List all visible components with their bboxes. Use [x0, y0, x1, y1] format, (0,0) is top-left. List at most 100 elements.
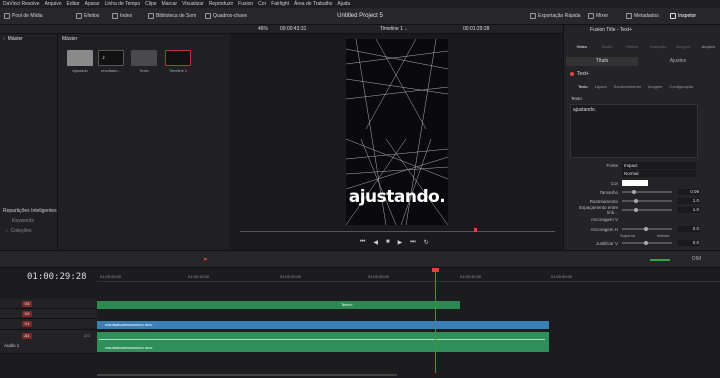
slider-knob[interactable] [634, 208, 638, 212]
go-to-end-icon[interactable]: ⏭ [410, 239, 415, 246]
menu-item[interactable]: Fusion [238, 1, 253, 7]
menu-item[interactable]: Linha de Tempo [105, 1, 141, 7]
inspector-value[interactable]: 1.0 [678, 207, 700, 213]
inspector-value[interactable]: 0.09 [678, 189, 700, 195]
tab-file[interactable]: Arquivo [697, 35, 720, 51]
stop-icon[interactable]: ■ [386, 239, 390, 246]
tab-transition[interactable]: Transição [646, 35, 669, 51]
effects-button[interactable]: Efeitos [76, 13, 99, 19]
menu-item[interactable]: Cor [258, 1, 266, 7]
inspector-value[interactable]: 1.0 [678, 198, 700, 204]
timeline-playhead[interactable] [435, 268, 436, 373]
slider-knob[interactable] [644, 241, 648, 245]
tab-audio[interactable]: Áudio [595, 35, 618, 51]
music-note-icon: ♪ [102, 55, 105, 61]
section-layout[interactable]: Layout [595, 84, 607, 89]
timeline-selector[interactable]: Timeline 1 [380, 26, 403, 32]
inspector-value[interactable]: 0.0 [678, 240, 700, 246]
menu-item[interactable]: Editar [67, 1, 80, 7]
viewer-playhead[interactable] [474, 228, 477, 232]
text-input[interactable]: ajustando. [570, 104, 698, 158]
menu-item[interactable]: Área de Trabalho [294, 1, 332, 7]
audio-waveform [99, 339, 545, 340]
inspector-slider[interactable] [622, 208, 672, 212]
media-clip-audio[interactable]: ♪ [98, 50, 124, 66]
metadata-button[interactable]: Metadados [626, 13, 659, 19]
inspector-slider[interactable] [622, 227, 672, 231]
section-text[interactable]: Texto [578, 84, 588, 89]
tab-image[interactable]: Imagem [671, 35, 694, 51]
slider-knob[interactable] [632, 190, 636, 194]
smart-bin-collections[interactable]: › Coleções [6, 228, 32, 234]
playhead-handle[interactable] [432, 268, 439, 272]
zoom-level[interactable]: 46% [258, 26, 268, 32]
mixer-button[interactable]: Mixer [588, 13, 608, 19]
quick-export-button[interactable]: Exportação Rápida [530, 13, 581, 19]
play-reverse-icon[interactable]: ◀ [373, 239, 378, 246]
bin-master[interactable]: › Máster [3, 36, 23, 42]
sound-library-button[interactable]: Biblioteca de Som [148, 13, 196, 19]
track-header-v1[interactable]: V1 [0, 319, 97, 330]
menu-item[interactable]: DaVinci Resolve [3, 1, 40, 7]
anchor-label[interactable]: Superior [620, 233, 635, 238]
menu-item[interactable]: Visualizar [182, 1, 204, 7]
smart-bin-keywords[interactable]: Keywords [12, 218, 34, 224]
keyframes-icon [205, 13, 211, 19]
track-header-v3[interactable]: V3 [0, 299, 97, 309]
menu-item[interactable]: Fairlight [271, 1, 289, 7]
section-settings[interactable]: Configuração [669, 84, 693, 89]
menu-item[interactable]: Reproduzir [209, 1, 233, 7]
media-pool-icon [4, 13, 10, 19]
inspector-slider[interactable] [622, 241, 672, 245]
audio-clip-a1[interactable]: resultadoarmamosmo.mov [97, 332, 549, 352]
tab-video[interactable]: Vídeo [570, 35, 593, 51]
color-swatch[interactable] [622, 180, 648, 186]
track-header-v2[interactable]: V2 [0, 309, 97, 319]
mixer-icon [588, 13, 594, 19]
section-shading[interactable]: Sombreamento [614, 84, 641, 89]
font-style-dropdown[interactable]: Normal [622, 169, 696, 177]
node-enable-icon[interactable] [570, 72, 574, 76]
menu-item[interactable]: Arquivo [45, 1, 62, 7]
keyframes-button[interactable]: Quadros-chave [205, 13, 247, 19]
tab-settings[interactable]: Ajustes [640, 57, 716, 66]
inspector-button[interactable]: Inspetor [670, 13, 696, 19]
video-clip-v1[interactable]: resultadoarmamosmo.mov [97, 321, 549, 329]
inspector-value[interactable]: 0.0 [678, 226, 700, 232]
loop-icon[interactable]: ↻ [424, 239, 429, 246]
inspector-slider[interactable] [622, 190, 672, 194]
slider-knob[interactable] [644, 227, 648, 231]
dim-button[interactable]: DIM [692, 256, 701, 262]
video-frame: ajustando. [346, 39, 448, 225]
track-header-a1[interactable]: A1 Áudio 1 2.0 [0, 330, 97, 354]
index-button[interactable]: Index [112, 13, 132, 19]
inspector-row-label: Fonte [606, 162, 618, 168]
anchor-label[interactable]: Inferior [657, 233, 669, 238]
media-pool-button[interactable]: Pool de Mídia [4, 13, 43, 19]
menu-item[interactable]: Aparar [85, 1, 100, 7]
media-clip-text[interactable] [131, 50, 157, 66]
selection-tool-icon[interactable]: ➤ [203, 256, 208, 263]
play-icon[interactable]: ▶ [398, 239, 403, 246]
menu-item[interactable]: Clipe [145, 1, 156, 7]
ruler-label: 01:00:30:00 [368, 274, 390, 279]
viewer-title-text: ajustando. [348, 187, 446, 207]
volume-slider[interactable] [650, 259, 670, 261]
media-clip-label: Texto [139, 68, 149, 73]
slider-knob[interactable] [634, 199, 638, 203]
tab-title[interactable]: Título [566, 57, 638, 66]
menu-item[interactable]: Ajuda [337, 1, 350, 7]
menu-item[interactable]: Marcar [162, 1, 178, 7]
inspector-slider[interactable] [622, 199, 672, 203]
media-pool-header: Máster [62, 36, 78, 42]
section-image[interactable]: Imagem [648, 84, 662, 89]
media-clip-folder[interactable] [67, 50, 93, 66]
timeline-scrollbar[interactable] [97, 374, 397, 376]
media-clip-timeline[interactable] [165, 50, 191, 66]
tab-effects[interactable]: Efeitos [621, 35, 644, 51]
chevron-down-icon[interactable]: ⌄ [404, 26, 408, 32]
timeline-ruler[interactable]: 01:00:00:00 01:00:10:00 01:00:20:00 01:0… [97, 268, 720, 282]
title-clip-strip[interactable]: Texto+ [97, 301, 460, 309]
go-to-start-icon[interactable]: ⏮ [360, 239, 365, 246]
viewer-scrubber[interactable] [240, 231, 555, 232]
